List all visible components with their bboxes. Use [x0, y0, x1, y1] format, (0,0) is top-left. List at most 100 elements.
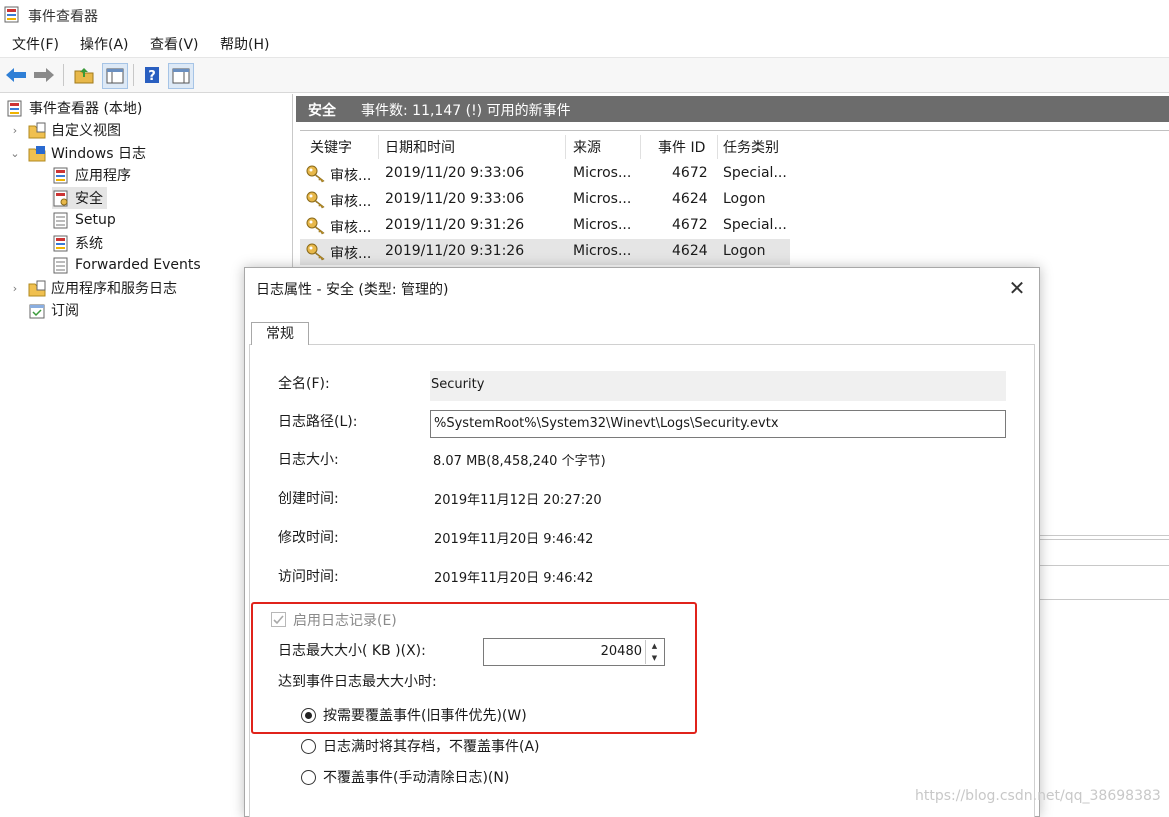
log-path-value: %SystemRoot%\System32\Winevt\Logs\Securi…	[434, 416, 779, 431]
check-icon	[273, 615, 284, 625]
log-icon	[53, 257, 68, 273]
modified-label: 修改时间:	[278, 530, 339, 546]
tree-label: 事件查看器 (本地)	[29, 101, 143, 117]
cell-keyword: 审核...	[330, 168, 372, 184]
tree-item-subscriptions[interactable]: 订阅	[28, 299, 79, 321]
cell-datetime: 2019/11/20 9:31:26	[385, 243, 525, 259]
max-size-stepper[interactable]: 20480 ▲ ▼	[483, 638, 665, 666]
accessed-value: 2019年11月20日 9:46:42	[434, 571, 594, 586]
column-divider[interactable]	[717, 135, 718, 159]
tree-item-app-service-logs[interactable]: › 应用程序和服务日志	[8, 277, 177, 299]
table-row[interactable]: 审核... 2019/11/20 9:33:06 Micros... 4672 …	[300, 161, 790, 187]
tree-item-forwarded-events[interactable]: Forwarded Events	[52, 254, 201, 276]
tree-item-application[interactable]: 应用程序	[52, 164, 131, 186]
back-button[interactable]	[4, 63, 28, 87]
log-size-label: 日志大小:	[278, 452, 339, 468]
table-row[interactable]: 审核... 2019/11/20 9:31:26 Micros... 4672 …	[300, 213, 790, 239]
created-value: 2019年11月12日 20:27:20	[434, 493, 602, 508]
help-button[interactable]: ?	[140, 63, 164, 87]
folder-up-icon	[74, 68, 94, 84]
window-title: 事件查看器	[28, 9, 98, 25]
close-icon: ✕	[1008, 276, 1026, 300]
tree-item-root[interactable]: 事件查看器 (本地)	[6, 97, 142, 119]
overwrite-radio[interactable]	[301, 708, 316, 723]
enable-logging-checkbox[interactable]	[271, 612, 286, 627]
log-icon	[53, 167, 68, 183]
column-keyword[interactable]: 关键字	[310, 137, 352, 157]
folder-icon	[28, 280, 46, 296]
event-viewer-icon	[7, 100, 22, 116]
cell-source: Micros...	[573, 165, 632, 181]
table-row[interactable]: 审核... 2019/11/20 9:33:06 Micros... 4624 …	[300, 187, 790, 213]
log-name: 安全	[308, 103, 336, 119]
tree-label: Forwarded Events	[75, 257, 201, 273]
tree-label: Windows 日志	[51, 146, 146, 162]
forward-arrow-icon	[34, 68, 54, 82]
cell-keyword: 审核...	[330, 194, 372, 210]
column-event-id[interactable]: 事件 ID	[658, 137, 705, 157]
cell-source: Micros...	[573, 217, 632, 233]
cell-event-id: 4672	[672, 165, 708, 181]
menu-view[interactable]: 查看(V)	[150, 34, 199, 54]
close-button[interactable]: ✕	[1005, 276, 1029, 300]
toolbar-separator	[133, 64, 134, 86]
show-tree-button[interactable]	[102, 63, 128, 89]
cell-datetime: 2019/11/20 9:33:06	[385, 165, 525, 181]
log-size-value: 8.07 MB(8,458,240 个字节)	[433, 454, 606, 469]
tree-item-setup[interactable]: Setup	[52, 209, 116, 231]
watermark: https://blog.csdn.net/qq_38698383	[915, 788, 1161, 804]
menu-help[interactable]: 帮助(H)	[220, 34, 269, 54]
action-pane-icon	[172, 68, 190, 84]
forward-button[interactable]	[32, 63, 56, 87]
tree-label: 应用程序	[75, 168, 131, 184]
chevron-down-icon[interactable]: ⌄	[8, 147, 22, 160]
subscription-icon	[29, 304, 45, 318]
column-task-category[interactable]: 任务类别	[723, 137, 779, 157]
back-arrow-icon	[6, 68, 26, 82]
archive-radio[interactable]	[301, 739, 316, 754]
column-divider[interactable]	[640, 135, 641, 159]
menu-file[interactable]: 文件(F)	[12, 34, 59, 54]
enable-logging-label: 启用日志记录(E)	[293, 613, 397, 629]
tree-label: 订阅	[51, 303, 79, 319]
overwrite-label: 按需要覆盖事件(旧事件优先)(W)	[323, 708, 527, 724]
stepper-buttons: ▲ ▼	[645, 640, 663, 664]
open-folder-button[interactable]	[72, 63, 96, 87]
no-overwrite-label: 不覆盖事件(手动清除日志)(N)	[323, 770, 510, 786]
created-label: 创建时间:	[278, 491, 339, 507]
column-source[interactable]: 来源	[573, 137, 601, 157]
divider	[1040, 539, 1169, 540]
help-icon: ?	[145, 67, 159, 84]
log-path-input[interactable]: %SystemRoot%\System32\Winevt\Logs\Securi…	[430, 410, 1006, 438]
column-divider[interactable]	[565, 135, 566, 159]
tree-item-custom-views[interactable]: › 自定义视图	[8, 119, 121, 141]
tree-item-security[interactable]: 安全	[52, 187, 107, 209]
menu-action[interactable]: 操作(A)	[80, 34, 129, 54]
cell-task-category: Logon	[723, 191, 766, 207]
title-bar: 事件查看器	[0, 0, 1169, 30]
no-overwrite-radio[interactable]	[301, 770, 316, 785]
table-row[interactable]: 审核... 2019/11/20 9:31:26 Micros... 4624 …	[300, 239, 790, 265]
menu-bar: 文件(F) 操作(A) 查看(V) 帮助(H)	[0, 30, 1169, 56]
key-icon	[306, 243, 325, 261]
tree-item-system[interactable]: 系统	[52, 232, 103, 254]
toolbar: ?	[0, 57, 1169, 93]
preview-pane	[1040, 535, 1169, 815]
tree-label: Setup	[75, 212, 116, 228]
chevron-right-icon[interactable]: ›	[8, 124, 22, 137]
tab-general[interactable]: 常规	[251, 322, 309, 345]
column-datetime[interactable]: 日期和时间	[385, 137, 455, 157]
tree-item-windows-logs[interactable]: ⌄ Windows 日志	[8, 142, 146, 164]
fullname-label: 全名(F):	[278, 376, 330, 392]
divider	[1040, 535, 1169, 536]
dialog-title: 日志属性 - 安全 (类型: 管理的)	[256, 282, 449, 298]
windows-logs-folder-icon	[28, 145, 46, 161]
when-full-label: 达到事件日志最大大小时:	[278, 674, 437, 690]
column-divider[interactable]	[378, 135, 379, 159]
stepper-up-icon[interactable]: ▲	[646, 640, 663, 652]
stepper-down-icon[interactable]: ▼	[646, 652, 663, 664]
fullname-value: Security	[431, 377, 485, 392]
archive-label: 日志满时将其存档，不覆盖事件(A)	[323, 739, 540, 755]
show-action-pane-button[interactable]	[168, 63, 194, 89]
chevron-right-icon[interactable]: ›	[8, 282, 22, 295]
